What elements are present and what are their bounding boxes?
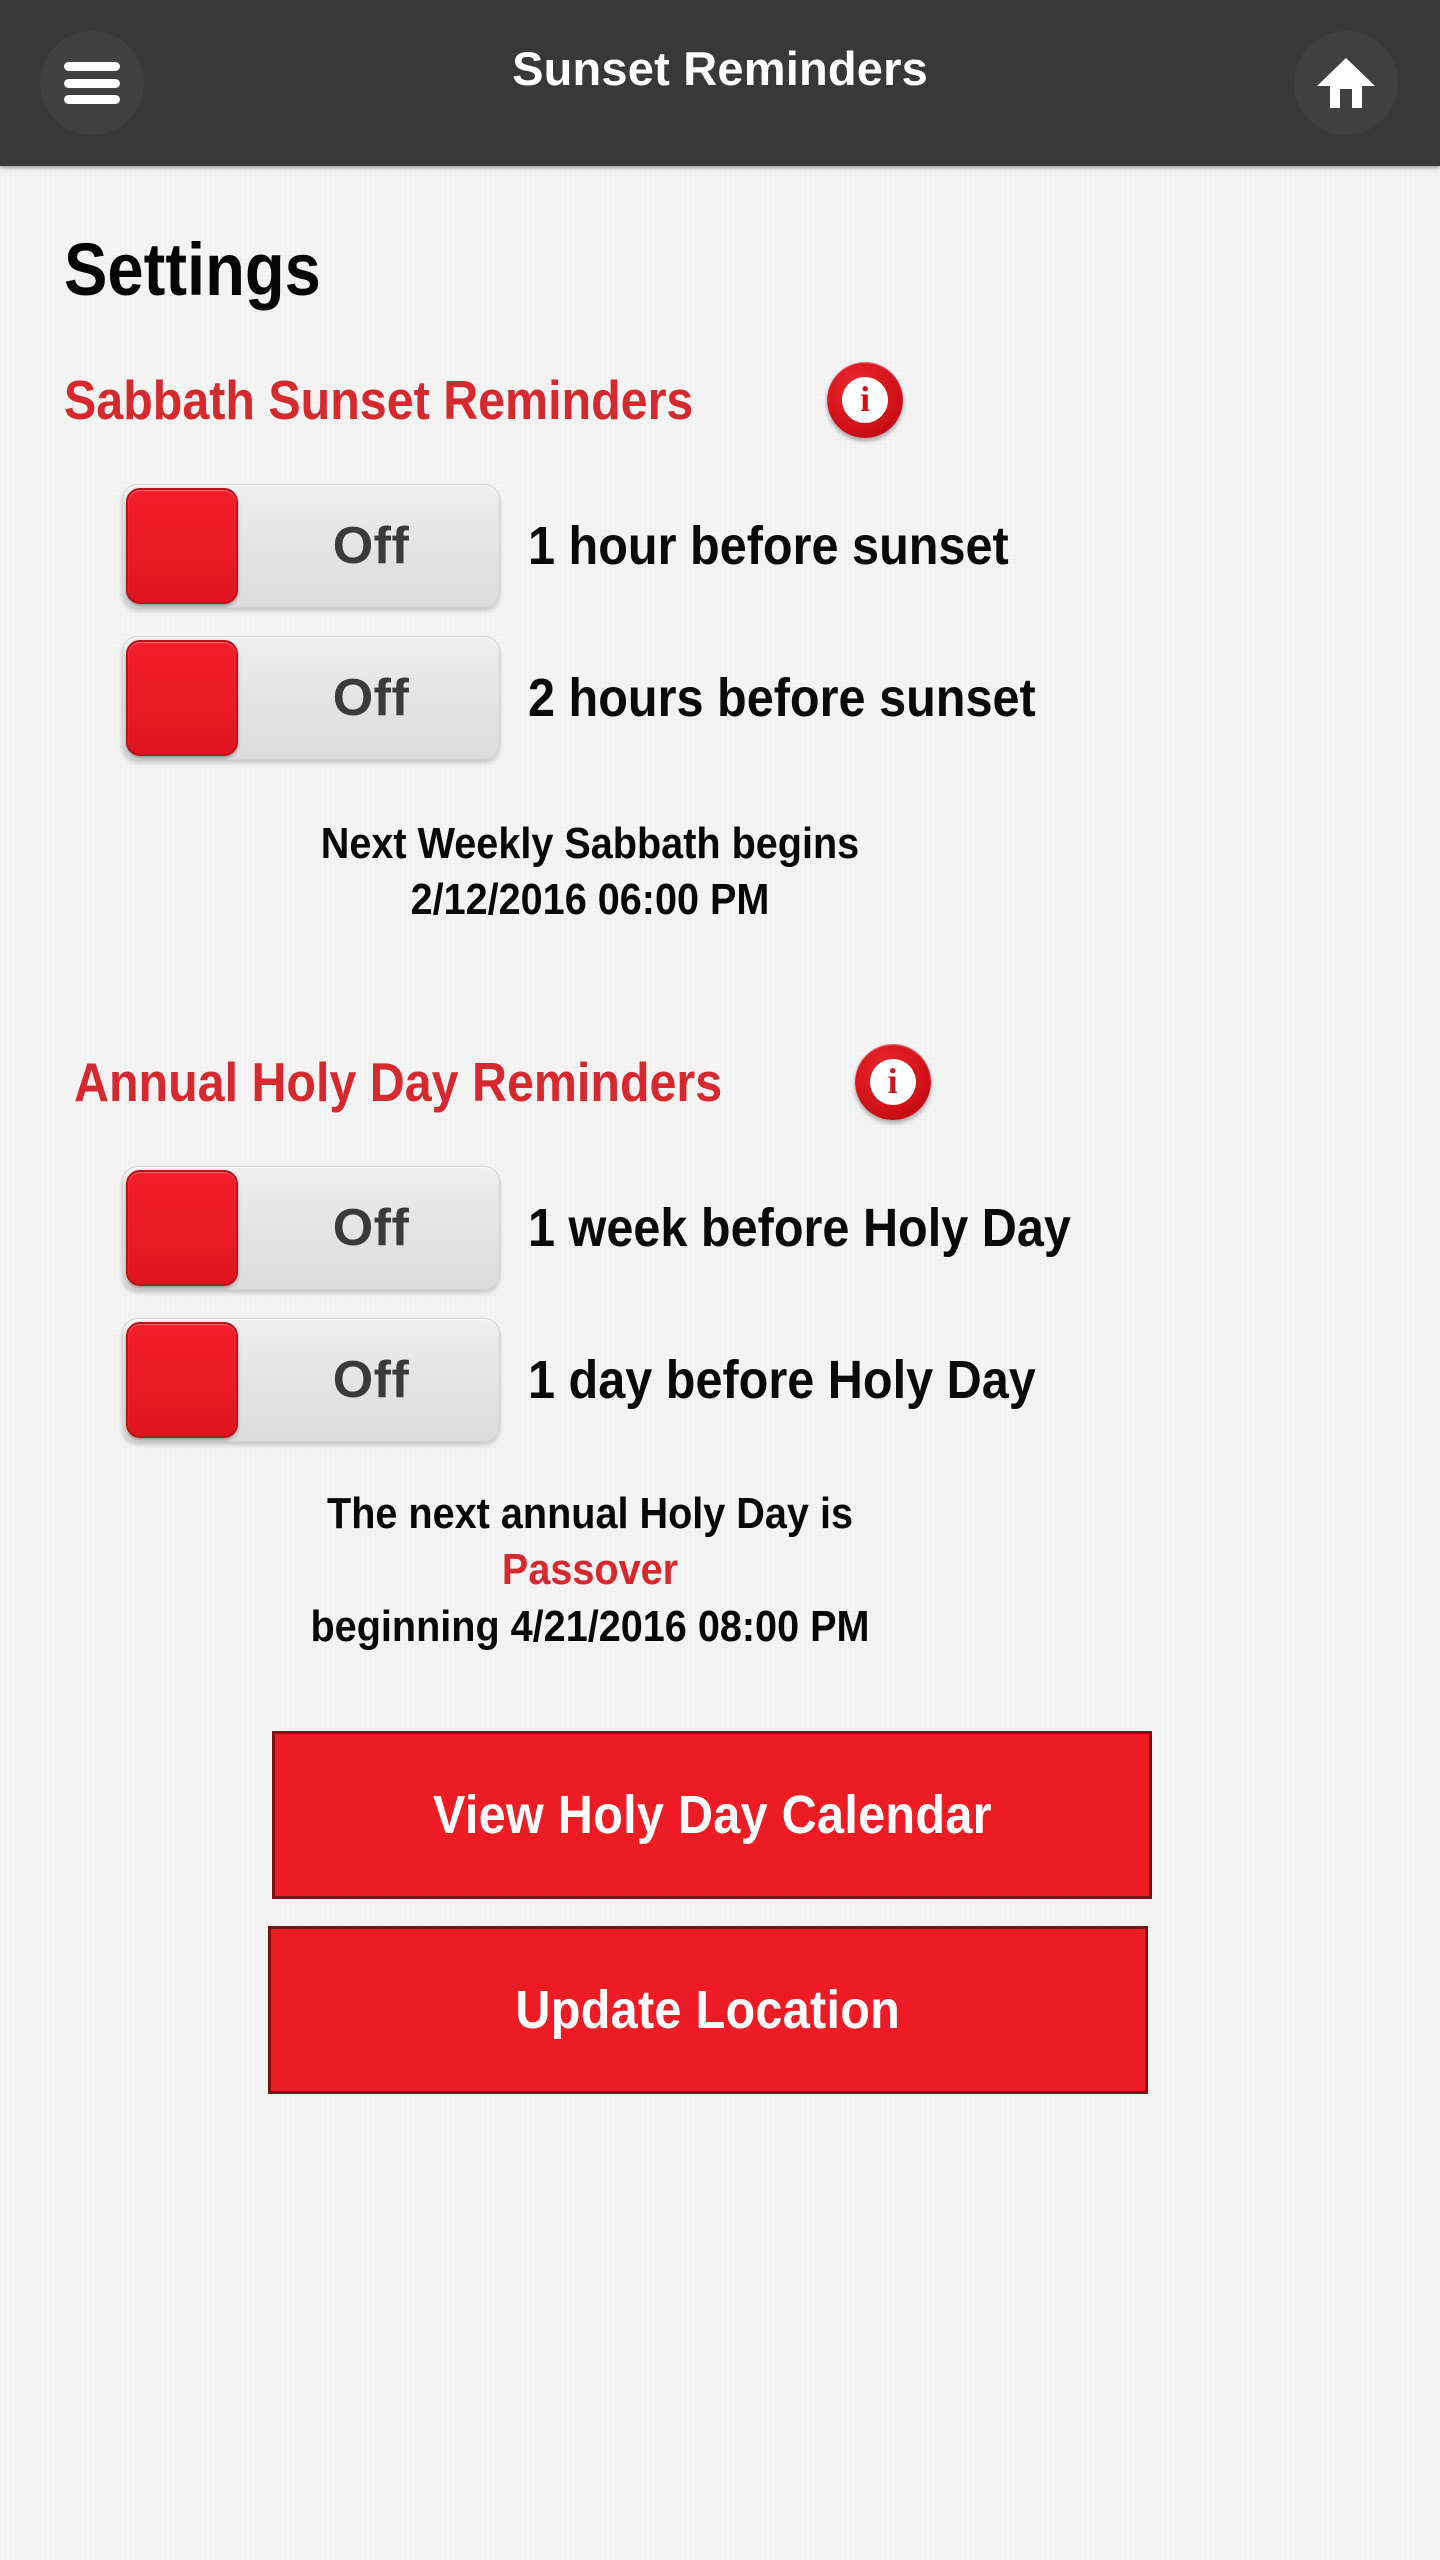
toggle-state-label: Off [332, 1199, 410, 1257]
toggle-description-holyday-1day: 1 day before Holy Day [528, 1350, 1036, 1410]
home-icon [1317, 58, 1375, 108]
info-glyph: i [842, 377, 889, 423]
section-title-holyday: Annual Holy Day Reminders [74, 1050, 723, 1113]
view-holy-day-calendar-button[interactable]: View Holy Day Calendar [272, 1731, 1152, 1899]
toggle-thumb [126, 488, 238, 604]
update-location-button[interactable]: Update Location [268, 1926, 1148, 2094]
app-bar-title: Sunset Reminders [512, 42, 928, 95]
toggle-description-sabbath-1hour: 1 hour before sunset [528, 516, 1009, 576]
next-holyday-info: The next annual Holy Day is Passover beg… [0, 1486, 1180, 1655]
toggle-row-sabbath-1hour: Off 1 hour before sunset [122, 484, 1062, 608]
toggle-sabbath-2hours[interactable]: Off [122, 636, 500, 760]
info-glyph: i [869, 1059, 916, 1105]
section-title-sabbath: Sabbath Sunset Reminders [64, 368, 694, 431]
next-holyday-datetime: beginning 4/21/2016 08:00 PM [310, 1601, 870, 1651]
toggle-holyday-1day[interactable]: Off [122, 1318, 500, 1442]
info-circle-icon-sabbath[interactable]: i [827, 362, 904, 438]
next-holyday-name: Passover [501, 1545, 679, 1595]
toggle-state-label: Off [332, 669, 410, 727]
toggle-holyday-1week[interactable]: Off [122, 1166, 500, 1290]
app-screen: Sunset Reminders Settings Sabbath Sunset… [0, 0, 1440, 2560]
toggle-row-holyday-1day: Off 1 day before Holy Day [122, 1318, 1092, 1442]
toggle-sabbath-1hour[interactable]: Off [122, 484, 500, 608]
home-button[interactable] [1294, 31, 1398, 135]
update-location-label: Update Location [515, 1980, 901, 2040]
toggle-state-label: Off [332, 1351, 410, 1409]
toggle-thumb [126, 1170, 238, 1286]
toggle-thumb [126, 1322, 238, 1438]
toggle-thumb [126, 640, 238, 756]
next-sabbath-info: Next Weekly Sabbath begins 2/12/2016 06:… [0, 816, 1180, 929]
info-circle-icon-holyday[interactable]: i [854, 1044, 931, 1120]
page-title: Settings [64, 228, 321, 311]
app-bar: Sunset Reminders [0, 0, 1440, 166]
toggle-state-label: Off [332, 517, 410, 575]
next-sabbath-caption: Next Weekly Sabbath begins [320, 819, 860, 868]
toggle-description-holyday-1week: 1 week before Holy Day [528, 1198, 1071, 1258]
toggle-row-sabbath-2hours: Off 2 hours before sunset [122, 636, 1092, 760]
view-holy-day-calendar-label: View Holy Day Calendar [432, 1785, 992, 1845]
section-header-holyday: Annual Holy Day Reminders i [74, 1044, 931, 1120]
next-holyday-caption: The next annual Holy Day is [327, 1489, 853, 1538]
next-sabbath-datetime: 2/12/2016 06:00 PM [410, 875, 770, 925]
toggle-row-holyday-1week: Off 1 week before Holy Day [122, 1166, 1131, 1290]
section-header-sabbath: Sabbath Sunset Reminders i [64, 362, 904, 438]
toggle-description-sabbath-2hours: 2 hours before sunset [528, 668, 1036, 728]
